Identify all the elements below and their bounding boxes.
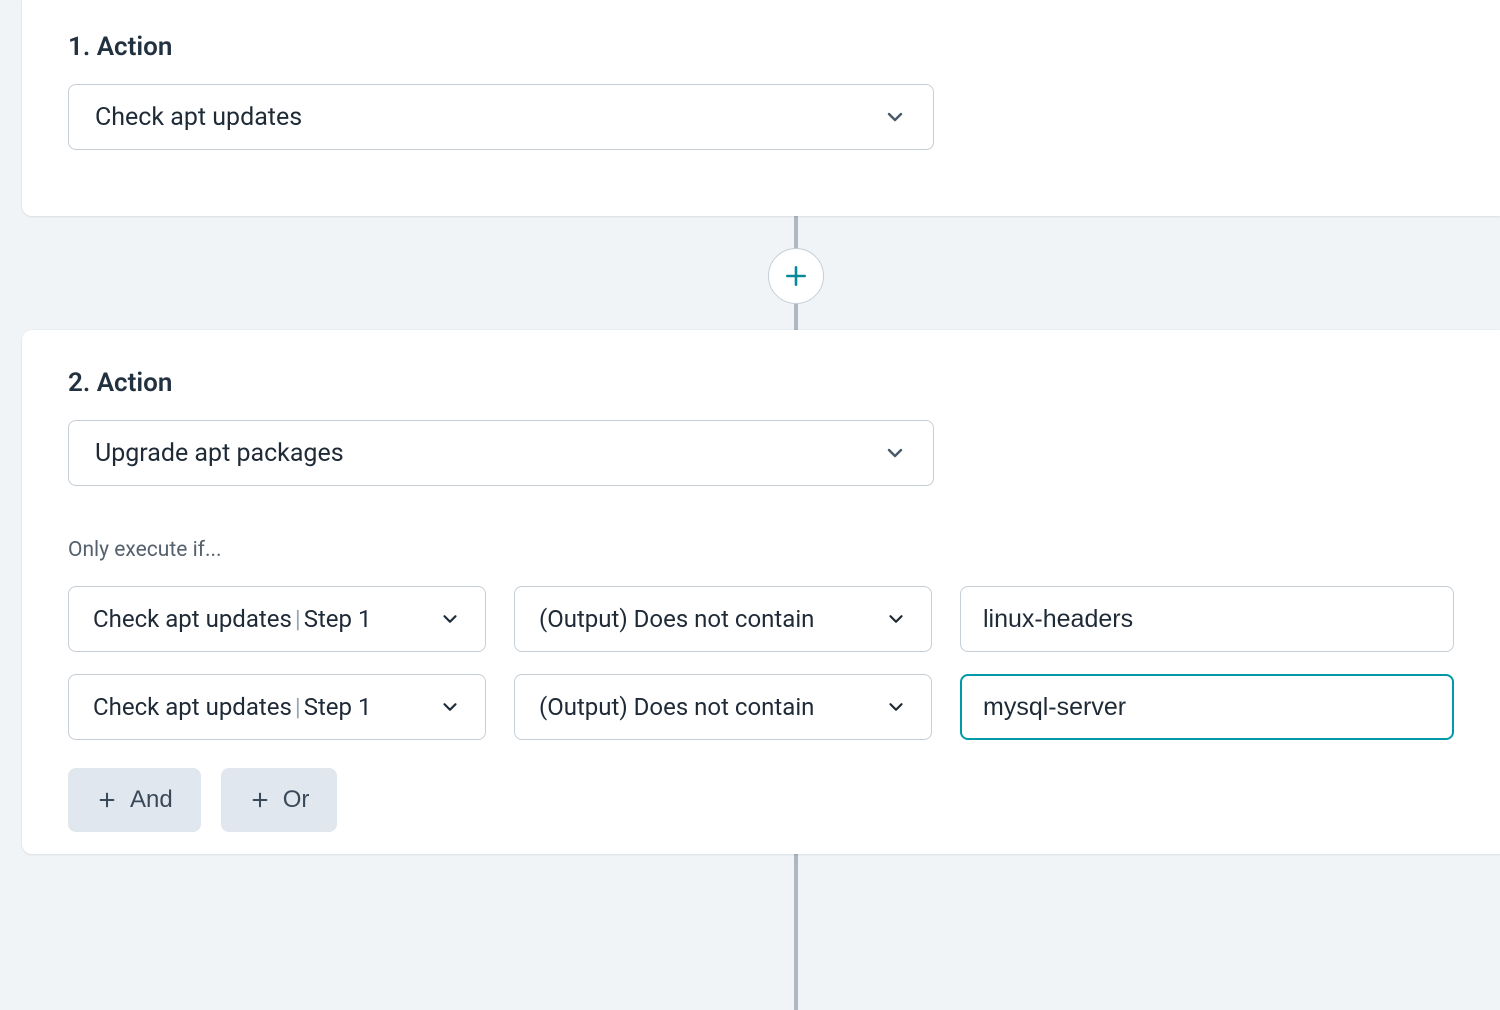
plus-icon xyxy=(249,789,271,811)
step-card-2: 2. Action Upgrade apt packages Only exec… xyxy=(22,330,1500,854)
condition-source-select[interactable]: Check apt updates|Step 1 xyxy=(68,586,486,652)
add-and-button[interactable]: And xyxy=(68,768,201,832)
chevron-down-icon xyxy=(885,608,907,630)
condition-heading: Only execute if... xyxy=(68,538,1454,562)
condition-operator-select[interactable]: (Output) Does not contain xyxy=(514,586,932,652)
action-select[interactable]: Upgrade apt packages xyxy=(68,420,934,486)
condition-source-value: Check apt updates|Step 1 xyxy=(93,693,371,721)
condition-operator-value: (Output) Does not contain xyxy=(539,693,814,721)
condition-source-value: Check apt updates|Step 1 xyxy=(93,605,371,633)
condition-source-select[interactable]: Check apt updates|Step 1 xyxy=(68,674,486,740)
plus-icon xyxy=(783,263,809,289)
condition-row: Check apt updates|Step 1 (Output) Does n… xyxy=(68,674,1454,740)
step-card-1: 1. Action Check apt updates xyxy=(22,0,1500,216)
condition-button-row: And Or xyxy=(68,768,1454,832)
chevron-down-icon xyxy=(439,608,461,630)
chevron-down-icon xyxy=(883,105,907,129)
chevron-down-icon xyxy=(439,696,461,718)
condition-row: Check apt updates|Step 1 (Output) Does n… xyxy=(68,586,1454,652)
connector-line xyxy=(794,854,798,1010)
add-or-label: Or xyxy=(283,786,310,814)
action-select-value: Check apt updates xyxy=(95,103,302,132)
condition-value-input[interactable] xyxy=(960,586,1454,652)
plus-icon xyxy=(96,789,118,811)
chevron-down-icon xyxy=(885,696,907,718)
condition-operator-value: (Output) Does not contain xyxy=(539,605,814,633)
step-title: 1. Action xyxy=(68,32,1454,62)
chevron-down-icon xyxy=(883,441,907,465)
action-select-value: Upgrade apt packages xyxy=(95,439,344,468)
step-title: 2. Action xyxy=(68,368,1454,398)
condition-operator-select[interactable]: (Output) Does not contain xyxy=(514,674,932,740)
add-and-label: And xyxy=(130,786,173,814)
add-or-button[interactable]: Or xyxy=(221,768,338,832)
add-step-button[interactable] xyxy=(768,248,824,304)
workflow-canvas: 1. Action Check apt updates 2. Action Up… xyxy=(0,0,1500,1010)
condition-value-input[interactable] xyxy=(960,674,1454,740)
action-select[interactable]: Check apt updates xyxy=(68,84,934,150)
